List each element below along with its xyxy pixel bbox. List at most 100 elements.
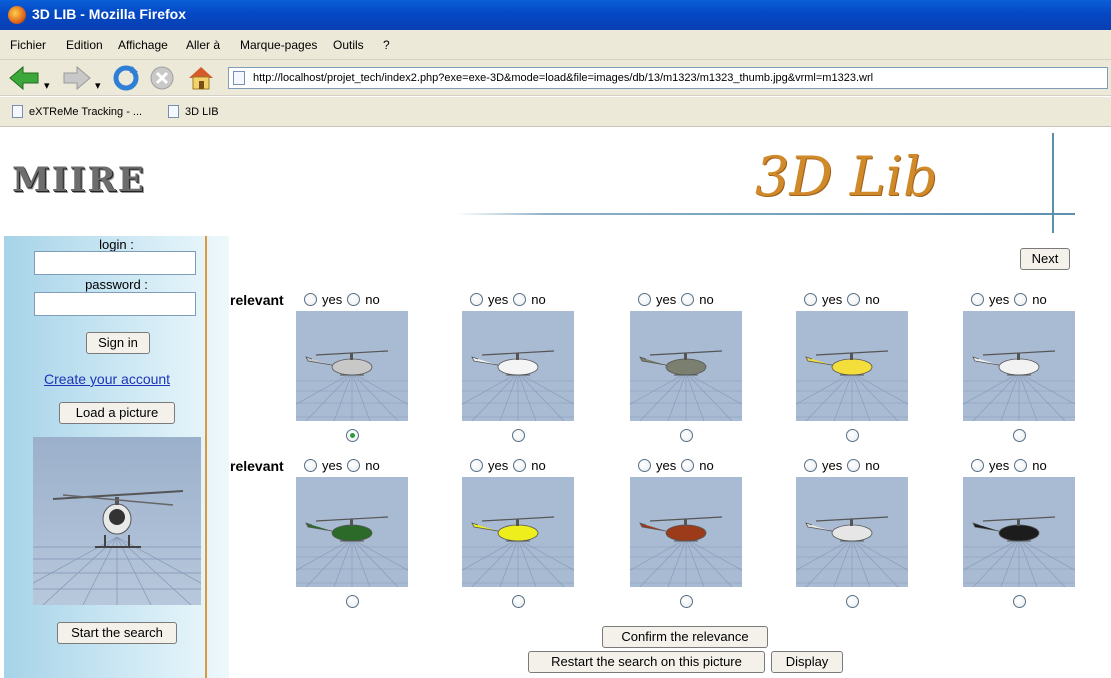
login-label: login : bbox=[99, 237, 134, 252]
select-radio[interactable] bbox=[1013, 595, 1026, 608]
start-search-button[interactable]: Start the search bbox=[57, 622, 177, 644]
select-radio[interactable] bbox=[346, 429, 359, 442]
relevant-label-row1: relevant bbox=[230, 292, 284, 308]
relevance-radio-group: yes no bbox=[470, 292, 551, 307]
back-icon[interactable] bbox=[8, 64, 42, 92]
yes-radio[interactable] bbox=[470, 293, 483, 306]
miire-logo: MIIRE bbox=[12, 160, 146, 200]
bookmark-extreme-tracking[interactable]: eXTReMe Tracking - ... bbox=[12, 105, 142, 118]
yes-label: yes bbox=[488, 458, 509, 473]
relevance-radio-group: yes no bbox=[971, 292, 1052, 307]
menu-bar: Fichier Edition Affichage Aller à Marque… bbox=[0, 30, 1111, 60]
stop-icon[interactable] bbox=[148, 64, 176, 92]
select-radio[interactable] bbox=[346, 595, 359, 608]
load-picture-button[interactable]: Load a picture bbox=[59, 402, 175, 424]
menu-item-marque-pages[interactable]: Marque-pages bbox=[240, 38, 317, 52]
address-url: http://localhost/projet_tech/index2.php?… bbox=[253, 72, 874, 84]
home-icon[interactable] bbox=[186, 64, 216, 92]
menu-item-help[interactable]: ? bbox=[383, 38, 390, 52]
select-radio[interactable] bbox=[680, 595, 693, 608]
relevance-radio-group: yes no bbox=[638, 458, 719, 473]
relevance-radio-group: yes no bbox=[304, 292, 385, 307]
yes-radio[interactable] bbox=[304, 459, 317, 472]
yes-radio[interactable] bbox=[971, 459, 984, 472]
restart-search-button[interactable]: Restart the search on this picture bbox=[528, 651, 765, 673]
no-radio[interactable] bbox=[513, 459, 527, 472]
yes-radio[interactable] bbox=[804, 293, 817, 306]
page-icon bbox=[233, 71, 245, 85]
yes-radio[interactable] bbox=[804, 459, 817, 472]
select-radio[interactable] bbox=[1013, 429, 1026, 442]
no-radio[interactable] bbox=[347, 293, 361, 306]
relevance-radio-group: yes no bbox=[971, 458, 1052, 473]
select-radio[interactable] bbox=[846, 429, 859, 442]
yes-radio[interactable] bbox=[304, 293, 317, 306]
create-account-link[interactable]: Create your account bbox=[44, 371, 170, 387]
no-label: no bbox=[1032, 292, 1047, 307]
no-radio[interactable] bbox=[1014, 459, 1028, 472]
header-vertical-divider bbox=[1052, 133, 1054, 233]
window-titlebar: 3D LIB - Mozilla Firefox bbox=[0, 0, 1111, 30]
result-thumbnail[interactable] bbox=[796, 477, 908, 587]
no-radio[interactable] bbox=[847, 459, 861, 472]
relevance-radio-group: yes no bbox=[804, 292, 885, 307]
bookmark-page-icon bbox=[12, 105, 23, 118]
password-input[interactable] bbox=[34, 292, 196, 316]
select-radio[interactable] bbox=[512, 429, 525, 442]
yes-label: yes bbox=[656, 292, 677, 307]
address-bar[interactable]: http://localhost/projet_tech/index2.php?… bbox=[228, 67, 1108, 89]
bookmark-3d-lib[interactable]: 3D LIB bbox=[168, 105, 219, 118]
forward-icon[interactable] bbox=[62, 64, 92, 92]
result-thumbnail[interactable] bbox=[296, 311, 408, 421]
back-dropdown-icon[interactable]: ▾ bbox=[44, 72, 50, 100]
yes-label: yes bbox=[656, 458, 677, 473]
no-radio[interactable] bbox=[513, 293, 527, 306]
forward-dropdown-icon[interactable]: ▾ bbox=[95, 72, 101, 100]
yes-label: yes bbox=[322, 292, 343, 307]
select-radio[interactable] bbox=[846, 595, 859, 608]
no-radio[interactable] bbox=[681, 459, 695, 472]
no-radio[interactable] bbox=[347, 459, 361, 472]
select-radio[interactable] bbox=[512, 595, 525, 608]
no-label: no bbox=[365, 292, 380, 307]
result-thumbnail[interactable] bbox=[630, 477, 742, 587]
result-thumbnail[interactable] bbox=[462, 311, 574, 421]
menu-item-aller[interactable]: Aller à bbox=[186, 38, 220, 52]
no-label: no bbox=[531, 292, 546, 307]
result-thumbnail[interactable] bbox=[296, 477, 408, 587]
no-label: no bbox=[865, 458, 880, 473]
result-thumbnail[interactable] bbox=[963, 477, 1075, 587]
no-radio[interactable] bbox=[1014, 293, 1028, 306]
menu-item-edition[interactable]: Edition bbox=[66, 38, 103, 52]
yes-label: yes bbox=[989, 292, 1010, 307]
yes-radio[interactable] bbox=[971, 293, 984, 306]
menu-item-outils[interactable]: Outils bbox=[333, 38, 364, 52]
login-input[interactable] bbox=[34, 251, 196, 275]
no-label: no bbox=[699, 292, 714, 307]
yes-radio[interactable] bbox=[638, 459, 651, 472]
next-button[interactable]: Next bbox=[1020, 248, 1070, 270]
header-divider bbox=[455, 213, 1075, 215]
result-thumbnail[interactable] bbox=[796, 311, 908, 421]
result-thumbnail[interactable] bbox=[963, 311, 1075, 421]
relevance-radio-group: yes no bbox=[804, 458, 885, 473]
display-button[interactable]: Display bbox=[771, 651, 843, 673]
relevant-label-row2: relevant bbox=[230, 458, 284, 474]
sign-in-button[interactable]: Sign in bbox=[86, 332, 150, 354]
window-title: 3D LIB - Mozilla Firefox bbox=[32, 6, 187, 22]
sidebar-border bbox=[205, 236, 207, 678]
yes-radio[interactable] bbox=[470, 459, 483, 472]
bookmarks-toolbar: eXTReMe Tracking - ... 3D LIB bbox=[0, 97, 1111, 127]
yes-label: yes bbox=[322, 458, 343, 473]
menu-item-affichage[interactable]: Affichage bbox=[118, 38, 168, 52]
select-radio[interactable] bbox=[680, 429, 693, 442]
confirm-relevance-button[interactable]: Confirm the relevance bbox=[602, 626, 768, 648]
reload-icon[interactable] bbox=[112, 64, 140, 92]
menu-item-fichier[interactable]: Fichier bbox=[10, 38, 46, 52]
no-radio[interactable] bbox=[681, 293, 695, 306]
yes-label: yes bbox=[822, 292, 843, 307]
result-thumbnail[interactable] bbox=[462, 477, 574, 587]
yes-radio[interactable] bbox=[638, 293, 651, 306]
no-radio[interactable] bbox=[847, 293, 861, 306]
result-thumbnail[interactable] bbox=[630, 311, 742, 421]
